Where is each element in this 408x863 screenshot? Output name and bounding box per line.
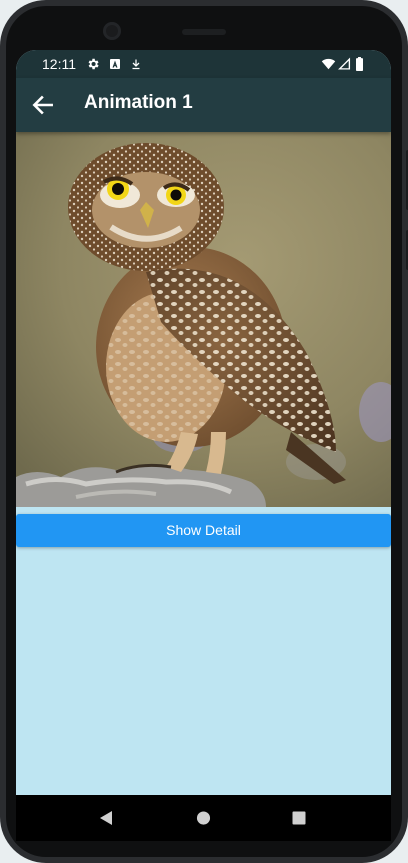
show-detail-button[interactable]: Show Detail (16, 514, 391, 547)
back-triangle-icon[interactable] (99, 810, 113, 826)
recents-square-icon[interactable] (292, 810, 306, 826)
device-frame: 12:11 Animation 1 Show Detail (0, 0, 408, 863)
earpiece-speaker (182, 29, 226, 35)
a-badge-icon (110, 59, 120, 69)
system-nav-bar (16, 795, 391, 841)
app-title: Animation 1 (84, 92, 193, 113)
status-time: 12:11 (42, 56, 76, 72)
status-bar: 12:11 (16, 50, 391, 78)
wifi-icon (321, 58, 336, 70)
owl-photo (16, 132, 391, 507)
download-icon (132, 59, 140, 70)
cellular-icon (338, 57, 351, 70)
front-camera (103, 22, 121, 40)
battery-icon (356, 57, 363, 71)
gear-icon (88, 58, 99, 70)
app-bar: Animation 1 (16, 78, 391, 132)
arrow-back-icon[interactable] (30, 92, 56, 118)
home-circle-icon[interactable] (196, 810, 211, 826)
phone-screen: 12:11 Animation 1 Show Detail (16, 50, 391, 841)
